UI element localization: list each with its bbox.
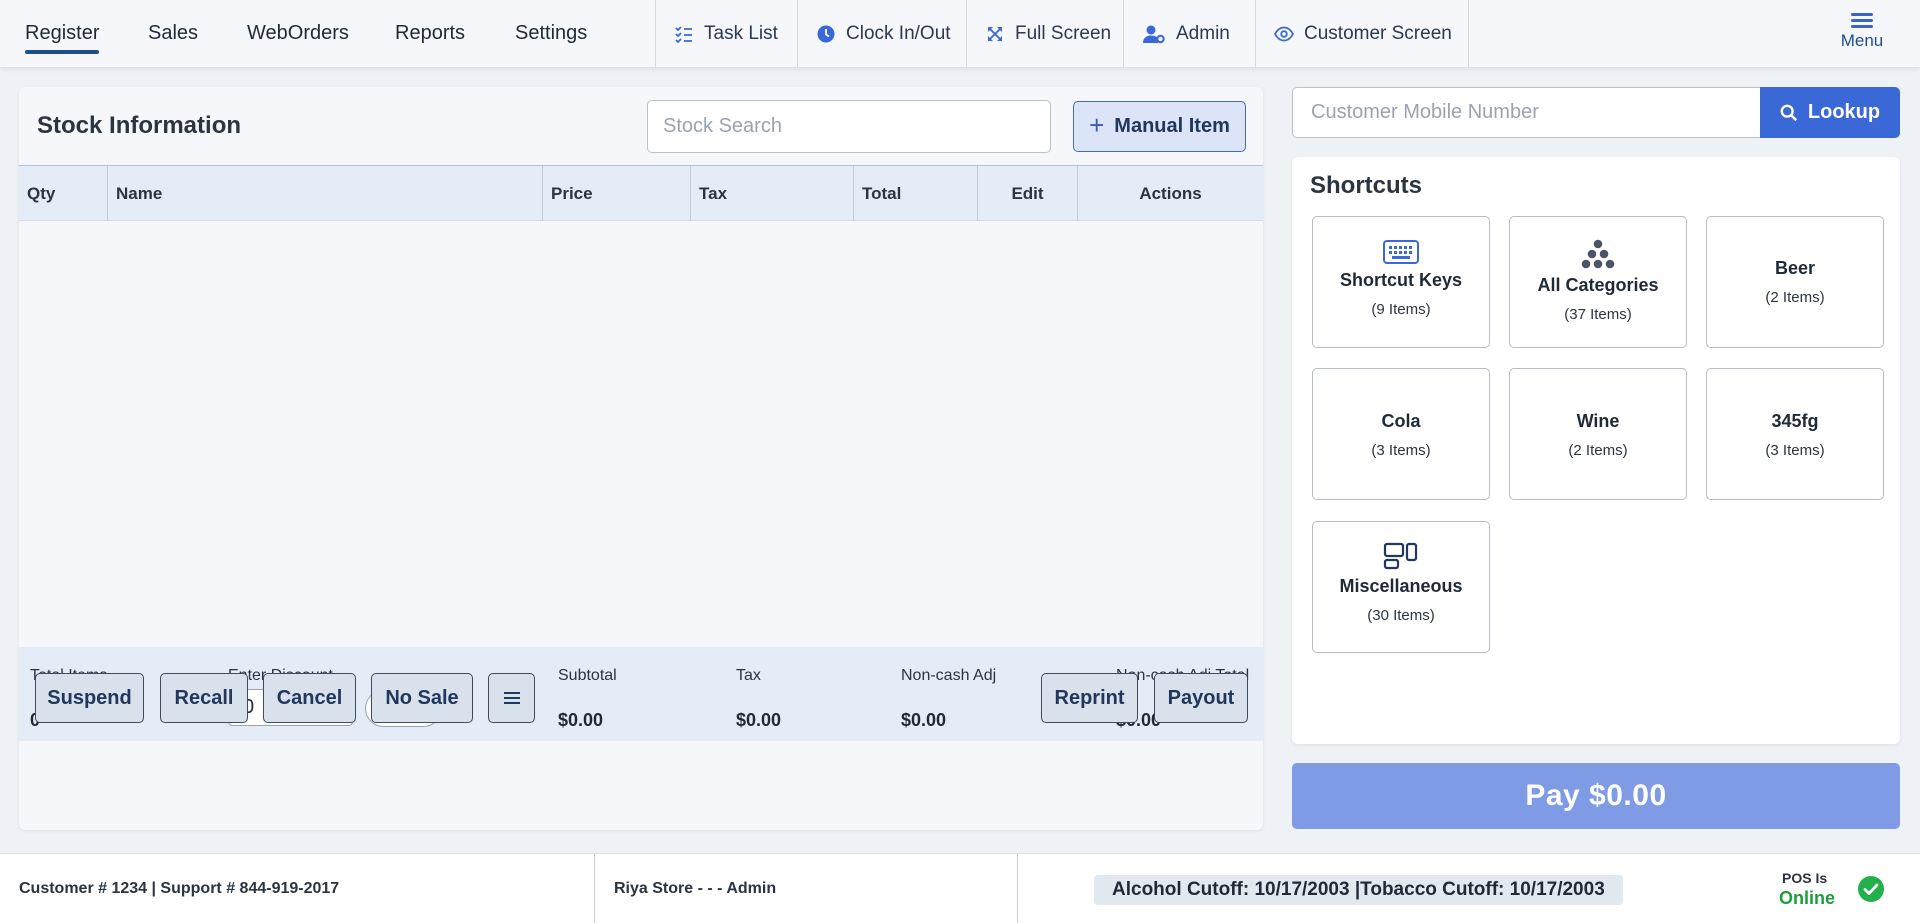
nav-tab-sales[interactable]: Sales [148,22,198,45]
admin-label: Admin [1176,23,1230,44]
task-list-button[interactable]: Task List [655,0,797,68]
subtotal-label: Subtotal [558,667,617,684]
footer-divider [1017,854,1018,923]
tile-name: Cola [1381,411,1421,431]
tile-count: (3 Items) [1765,442,1825,459]
shortcut-tile-345fg[interactable]: 345fg (3 Items) [1706,368,1884,500]
pos-status-label: POS Is [1782,870,1828,886]
support-info: Customer # 1234 | Support # 844-919-2017 [19,880,340,897]
more-options-button[interactable] [488,673,535,723]
shortcut-tile-miscellaneous[interactable]: Miscellaneous (30 Items) [1312,521,1490,653]
customer-screen-label: Customer Screen [1304,23,1452,44]
shortcut-tile-shortcut-keys[interactable]: Shortcut Keys (9 Items) [1312,216,1490,348]
task-list-icon [675,26,692,44]
shortcuts-panel: Shortcuts Shortcut Keys (9 Items) All Ca… [1292,157,1900,744]
shortcut-tile-wine[interactable]: Wine (2 Items) [1509,368,1687,500]
clock-in-out-button[interactable]: Clock In/Out [797,0,966,68]
miscellaneous-icon [1383,542,1418,570]
status-footer: Customer # 1234 | Support # 844-919-2017… [0,853,1920,923]
fullscreen-icon [988,27,1002,41]
shortcuts-title: Shortcuts [1310,172,1423,199]
column-qty: Qty [27,184,56,203]
full-screen-label: Full Screen [1015,23,1112,44]
manual-item-button[interactable]: + Manual Item [1073,101,1246,152]
reprint-button[interactable]: Reprint [1041,673,1138,723]
full-screen-button[interactable]: Full Screen [966,0,1123,68]
column-total: Total [853,166,977,221]
column-name: Name [107,166,542,221]
task-list-label: Task List [704,23,778,44]
customer-mobile-input[interactable]: Customer Mobile Number [1292,87,1762,138]
clock-icon [817,25,835,43]
tile-count: (3 Items) [1371,442,1431,459]
online-check-icon [1858,876,1884,902]
subtotal-value: $0.00 [558,710,604,730]
menu-button[interactable]: Menu [1832,10,1892,60]
stock-search-input[interactable]: Stock Search [647,100,1051,153]
stock-title: Stock Information [37,112,242,139]
noncash-adj-value: $0.00 [901,710,947,730]
tile-name: Wine [1576,411,1620,431]
admin-button[interactable]: Admin [1123,0,1255,68]
tile-name: Shortcut Keys [1339,270,1463,290]
tax-value: $0.00 [736,710,782,730]
lookup-button[interactable]: Lookup [1760,87,1900,138]
no-sale-button[interactable]: No Sale [371,673,473,723]
cutoff-badge: Alcohol Cutoff: 10/17/2003 |Tobacco Cuto… [1094,875,1623,905]
pay-button[interactable]: Pay $0.00 [1292,763,1900,829]
menu-label: Menu [1840,31,1884,50]
shortcut-tile-cola[interactable]: Cola (3 Items) [1312,368,1490,500]
column-price: Price [542,166,690,221]
hamburger-icon [1851,13,1873,28]
payout-button[interactable]: Payout [1154,673,1248,723]
eye-icon [1274,26,1294,42]
tile-count: (9 Items) [1371,301,1431,318]
shortcut-tile-all-categories[interactable]: All Categories (37 Items) [1509,216,1687,348]
nav-tab-reports[interactable]: Reports [395,22,465,45]
lookup-label: Lookup [1807,101,1881,123]
noncash-adj-label: Non-cash Adj [901,667,997,684]
shortcut-tile-beer[interactable]: Beer (2 Items) [1706,216,1884,348]
cart-table-body [19,221,1263,647]
tax-label: Tax [736,667,761,684]
pos-status-value: Online [1779,888,1836,908]
recall-button[interactable]: Recall [160,673,248,723]
customer-screen-button[interactable]: Customer Screen [1255,0,1469,68]
tile-count: (37 Items) [1564,306,1632,323]
active-tab-indicator [25,50,99,54]
nav-tab-weborders[interactable]: WebOrders [247,22,349,45]
keyboard-icon [1383,240,1419,264]
column-edit: Edit [977,166,1077,221]
tile-name: Miscellaneous [1339,576,1463,596]
nav-tab-settings[interactable]: Settings [515,22,587,45]
plus-icon: + [1089,109,1105,140]
top-navbar: Register Sales WebOrders Reports Setting… [0,0,1920,68]
nav-tab-register[interactable]: Register [25,22,99,45]
list-menu-icon [503,689,520,707]
admin-user-icon [1143,25,1165,44]
tile-count: (2 Items) [1568,442,1628,459]
categories-icon [1581,239,1615,269]
store-info: Riya Store - - - Admin [614,880,777,897]
suspend-button[interactable]: Suspend [35,673,144,723]
cart-table-header: Qty Name Price Tax Total Edit Actions [19,165,1263,221]
tile-name: All Categories [1537,275,1659,295]
tile-count: (2 Items) [1765,289,1825,306]
search-icon [1780,104,1797,121]
tile-name: Beer [1774,258,1816,278]
footer-divider [594,854,595,923]
column-actions: Actions [1077,166,1263,221]
clock-in-out-label: Clock In/Out [846,23,951,44]
column-tax: Tax [690,166,853,221]
manual-item-label: Manual Item [1114,115,1230,137]
cancel-button[interactable]: Cancel [263,673,356,723]
tile-count: (30 Items) [1367,607,1435,624]
tile-name: 345fg [1771,411,1819,431]
